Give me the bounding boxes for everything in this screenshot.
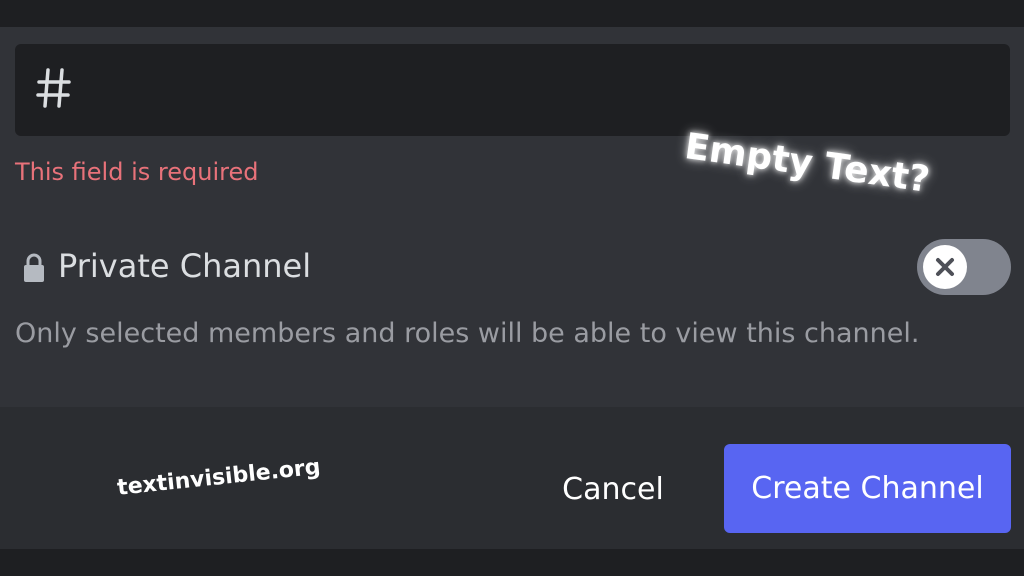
create-channel-button[interactable]: Create Channel xyxy=(724,444,1011,533)
private-channel-toggle[interactable] xyxy=(917,239,1011,295)
create-channel-modal: This field is required Private Channel O… xyxy=(0,0,1024,576)
lock-icon xyxy=(24,253,44,282)
private-channel-description: Only selected members and roles will be … xyxy=(15,318,920,349)
toggle-knob xyxy=(923,245,967,289)
required-error-message: This field is required xyxy=(15,158,259,186)
close-icon xyxy=(936,258,954,276)
hash-icon xyxy=(36,68,71,108)
cancel-button[interactable]: Cancel xyxy=(548,451,678,527)
private-channel-label: Private Channel xyxy=(58,247,312,285)
channel-name-input[interactable] xyxy=(15,44,1010,136)
